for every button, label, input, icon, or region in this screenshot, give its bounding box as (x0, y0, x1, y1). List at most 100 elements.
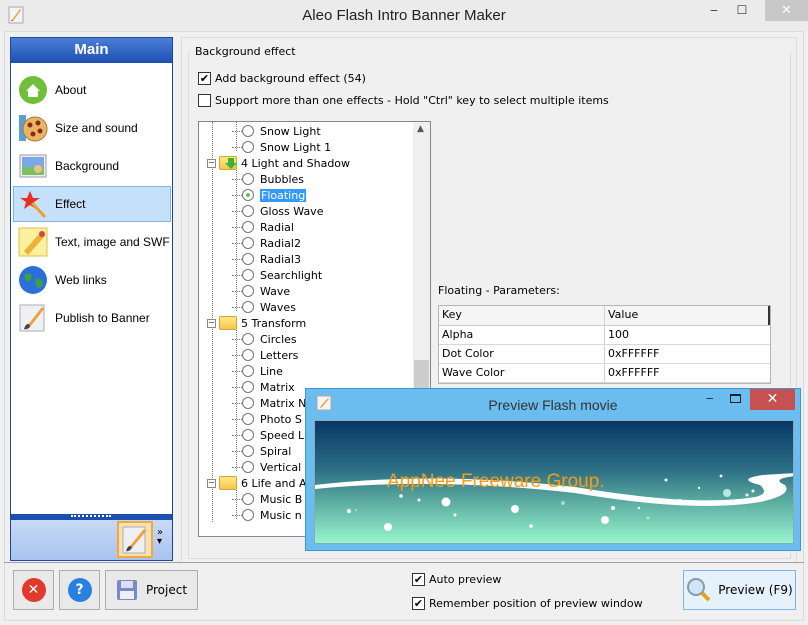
tree-connector (232, 466, 242, 468)
radio-icon[interactable] (242, 365, 254, 377)
radio-icon[interactable] (242, 205, 254, 217)
sidebar-item-web-links[interactable]: Web links (13, 262, 171, 298)
sidebar-item-background[interactable]: Background (13, 148, 171, 184)
preview-minimize-button[interactable]: ‒ (706, 391, 714, 405)
tree-item[interactable]: Circles (232, 331, 297, 347)
help-button[interactable]: ? (59, 570, 100, 610)
tree-item-label: Vertical (260, 460, 302, 474)
radio-icon[interactable] (242, 493, 254, 505)
radio-icon[interactable] (242, 397, 254, 409)
group-legend: Background effect (192, 45, 299, 58)
tree-item[interactable]: Spiral (232, 443, 291, 459)
radio-icon[interactable] (242, 285, 254, 297)
remember-position-checkbox[interactable]: ✔ Remember position of preview window (412, 597, 643, 610)
tree-item-selected[interactable]: Floating (232, 187, 307, 203)
auto-preview-checkbox[interactable]: ✔ Auto preview (412, 573, 501, 586)
radio-icon[interactable] (242, 269, 254, 281)
tree-item[interactable]: Photo S (232, 411, 302, 427)
more-chevron-icon[interactable]: » ▾ (157, 528, 163, 547)
picture-icon (17, 150, 49, 182)
preview-close-button[interactable]: ✕ (750, 389, 795, 410)
tree-item-label: Circles (260, 332, 297, 346)
column-header-key[interactable]: Key (439, 306, 605, 325)
multiple-effects-checkbox[interactable]: Support more than one effects - Hold "Ct… (198, 94, 609, 107)
publish-shortcut-button[interactable] (117, 521, 153, 558)
footer-divider (4, 562, 804, 563)
sidebar-item-size-and-sound[interactable]: Size and sound (13, 110, 171, 146)
radio-selected-icon[interactable] (242, 189, 254, 201)
tree-item[interactable]: Speed L (232, 427, 304, 443)
radio-icon[interactable] (242, 445, 254, 457)
checkbox-box[interactable] (198, 94, 211, 107)
tree-item[interactable]: Radial (232, 219, 294, 235)
sidebar-splitter-grip[interactable] (71, 515, 111, 518)
radio-icon[interactable] (242, 301, 254, 313)
tree-item[interactable]: Matrix (232, 379, 295, 395)
minimize-button[interactable]: ‒ (700, 0, 728, 21)
collapse-icon[interactable]: − (207, 158, 216, 168)
tree-item[interactable]: Letters (232, 347, 298, 363)
tree-item[interactable]: Radial2 (232, 235, 301, 251)
table-row[interactable]: Dot Color 0xFFFFFF (439, 345, 770, 364)
tree-folder[interactable]: − 4 Light and Shadow (207, 155, 350, 171)
preview-button[interactable]: Preview (F9) (683, 570, 796, 610)
radio-icon[interactable] (242, 333, 254, 345)
close-button[interactable]: ✕ (765, 0, 808, 21)
project-button[interactable]: Project (105, 570, 198, 610)
tree-item[interactable]: Bubbles (232, 171, 304, 187)
radio-icon[interactable] (242, 381, 254, 393)
tree-item[interactable]: Music B (232, 491, 302, 507)
exit-button[interactable]: ✕ (13, 570, 54, 610)
tree-item[interactable]: Vertical (232, 459, 301, 475)
tree-item[interactable]: Music n (232, 507, 302, 523)
preview-label: Preview (F9) (718, 583, 793, 597)
sidebar-item-publish-to-banner[interactable]: Publish to Banner (13, 300, 171, 336)
collapse-icon[interactable]: − (207, 478, 216, 488)
tree-item[interactable]: Matrix N (232, 395, 306, 411)
checkbox-box[interactable]: ✔ (198, 72, 211, 85)
tree-item[interactable]: Snow Light 1 (232, 139, 331, 155)
tree-item[interactable]: Radial3 (232, 251, 301, 267)
radio-icon[interactable] (242, 253, 254, 265)
tree-folder[interactable]: − 6 Life and A (207, 475, 307, 491)
tree-item[interactable]: Waves (232, 299, 296, 315)
tree-item[interactable]: Snow Light (232, 123, 321, 139)
radio-icon[interactable] (242, 221, 254, 233)
preview-window[interactable]: Preview Flash movie ‒ ✕ AppNee Freeware … (305, 388, 801, 551)
radio-icon[interactable] (242, 429, 254, 441)
tree-item-label: Radial2 (260, 236, 301, 250)
tree-item[interactable]: Searchlight (232, 267, 322, 283)
film-reel-icon (17, 112, 49, 144)
tree-folder[interactable]: − 5 Transform (207, 315, 306, 331)
maximize-button[interactable]: ☐ (728, 0, 756, 21)
tree-item[interactable]: Gloss Wave (232, 203, 323, 219)
radio-icon[interactable] (242, 125, 254, 137)
magic-wand-icon (17, 188, 49, 220)
checkbox-box[interactable]: ✔ (412, 573, 425, 586)
radio-icon[interactable] (242, 461, 254, 473)
param-value[interactable]: 0xFFFFFF (605, 345, 770, 363)
radio-icon[interactable] (242, 413, 254, 425)
preview-maximize-button[interactable] (730, 394, 741, 403)
param-value[interactable]: 0xFFFFFF (605, 364, 770, 382)
checkbox-box[interactable]: ✔ (412, 597, 425, 610)
radio-icon[interactable] (242, 141, 254, 153)
tree-item-label: 5 Transform (241, 316, 307, 330)
table-row[interactable]: Alpha 100 (439, 326, 770, 345)
scroll-up-icon[interactable]: ▲ (417, 124, 424, 134)
sidebar-item-effect[interactable]: Effect (13, 186, 171, 222)
add-background-effect-checkbox[interactable]: ✔ Add background effect (54) (198, 72, 366, 85)
sidebar-item-about[interactable]: About (13, 72, 171, 108)
radio-icon[interactable] (242, 509, 254, 521)
collapse-icon[interactable]: − (207, 318, 216, 328)
radio-icon[interactable] (242, 349, 254, 361)
tree-item[interactable]: Line (232, 363, 283, 379)
table-row[interactable]: Wave Color 0xFFFFFF (439, 364, 770, 383)
param-value[interactable]: 100 (605, 326, 770, 344)
column-header-value[interactable]: Value (605, 306, 770, 325)
sidebar-item-text-image-swf[interactable]: Text, image and SWF (13, 224, 171, 260)
sidebar-item-label: Size and sound (55, 121, 138, 135)
radio-icon[interactable] (242, 237, 254, 249)
tree-item[interactable]: Wave (232, 283, 290, 299)
radio-icon[interactable] (242, 173, 254, 185)
